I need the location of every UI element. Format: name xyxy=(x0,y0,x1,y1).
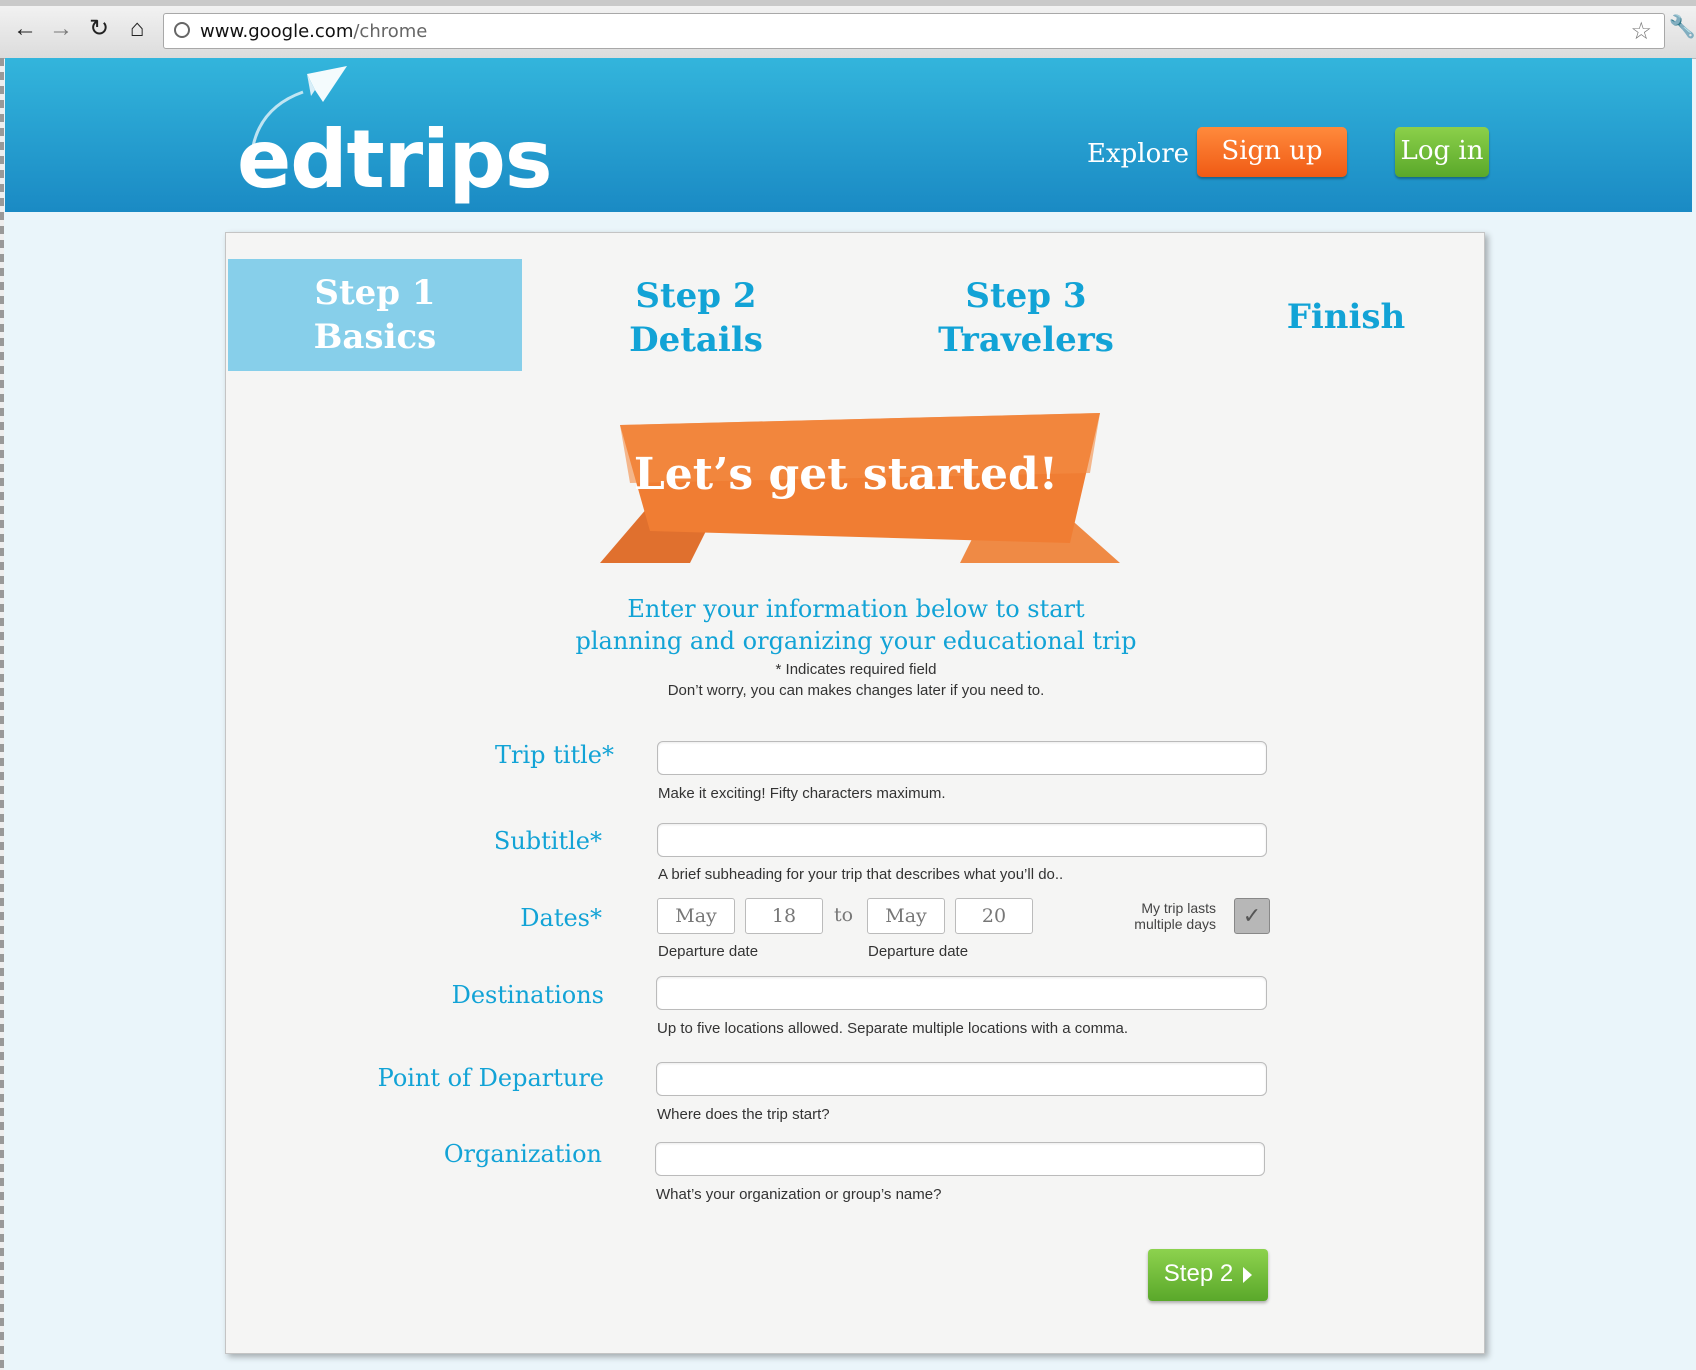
trip-title-label: Trip title* xyxy=(495,741,614,769)
checkmark-icon: ✓ xyxy=(1242,903,1262,928)
departure-input[interactable] xyxy=(656,1062,1267,1096)
explore-link[interactable]: Explore xyxy=(1087,139,1189,169)
departure-label: Point of Departure xyxy=(377,1064,604,1092)
subtitle-hint: A brief subheading for your trip that de… xyxy=(658,866,1064,883)
change-note: Don’t worry, you can makes changes later… xyxy=(667,682,1045,699)
destinations-input[interactable] xyxy=(656,976,1267,1010)
start-month-field[interactable]: May xyxy=(657,898,735,934)
organization-hint: What’s your organization or group’s name… xyxy=(656,1186,942,1203)
trip-title-input[interactable] xyxy=(657,741,1267,775)
step-2-button-label: Step 2 xyxy=(1163,1260,1234,1287)
browser-toolbar: ← → ↻ ⌂ www.google.com/chrome ☆ 🔧 xyxy=(0,0,1696,59)
start-date-hint: Departure date xyxy=(658,943,759,960)
intro-text: Enter your information below to start pl… xyxy=(526,593,1186,657)
edtrips-logo[interactable]: edtrips xyxy=(237,113,553,206)
start-day-field[interactable]: 18 xyxy=(745,898,823,934)
reload-icon[interactable]: ↻ xyxy=(86,14,112,44)
destinations-hint: Up to five locations allowed. Separate m… xyxy=(657,1020,1129,1037)
back-icon[interactable]: ← xyxy=(12,14,38,44)
site-header: edtrips Explore Sign up Log in xyxy=(5,58,1692,212)
trip-form-card: Step 1 Basics Step 2 Details Step 3 Trav… xyxy=(225,232,1485,1354)
sign-up-button[interactable]: Sign up xyxy=(1197,127,1347,177)
globe-icon xyxy=(174,22,190,38)
step-1-number: Step 1 xyxy=(314,273,436,313)
departure-hint: Where does the trip start? xyxy=(657,1106,830,1123)
end-day-field[interactable]: 20 xyxy=(955,898,1033,934)
date-to-label: to xyxy=(834,904,854,926)
finish-label: Finish xyxy=(1286,297,1406,337)
step-2-name: Details xyxy=(629,320,763,360)
destinations-label: Destinations xyxy=(451,981,604,1009)
dates-label: Dates* xyxy=(520,904,602,932)
url-path: /chrome xyxy=(353,21,428,42)
subtitle-label: Subtitle* xyxy=(493,827,602,855)
intro-line-2: planning and organizing your educational… xyxy=(575,627,1137,655)
subtitle-input[interactable] xyxy=(657,823,1267,857)
step-2-button[interactable]: Step 2 xyxy=(1148,1249,1268,1301)
multiple-days-label: My trip lasts multiple days xyxy=(1134,900,1216,932)
step-3-name: Travelers xyxy=(938,320,1114,360)
arrow-right-icon xyxy=(1243,1266,1253,1283)
url-host: www.google.com xyxy=(200,21,354,42)
multiple-days-checkbox[interactable]: ✓ xyxy=(1234,898,1270,934)
tab-strip xyxy=(0,0,1696,6)
intro-line-1: Enter your information below to start xyxy=(627,595,1085,623)
step-1-name: Basics xyxy=(313,317,437,357)
required-note: * Indicates required field xyxy=(775,661,937,678)
step-3-number: Step 3 xyxy=(965,276,1087,316)
log-in-button[interactable]: Log in xyxy=(1395,127,1489,177)
organization-input[interactable] xyxy=(655,1142,1265,1176)
trip-title-hint: Make it exciting! Fifty characters maxim… xyxy=(658,785,946,802)
page-edge xyxy=(0,58,4,1370)
home-icon[interactable]: ⌂ xyxy=(124,14,150,44)
wrench-icon[interactable]: 🔧 xyxy=(1669,14,1696,40)
end-date-hint: Departure date xyxy=(868,943,969,960)
tab-step-1-basics[interactable]: Step 1 Basics xyxy=(228,259,522,371)
organization-label: Organization xyxy=(443,1140,602,1168)
bookmark-star-icon[interactable]: ☆ xyxy=(1630,17,1652,46)
banner-heading: Let’s get started! xyxy=(633,449,1059,500)
end-month-field[interactable]: May xyxy=(867,898,945,934)
forward-icon[interactable]: → xyxy=(48,14,74,44)
address-bar[interactable]: www.google.com/chrome ☆ xyxy=(163,13,1665,49)
url-text: www.google.com/chrome xyxy=(200,21,427,42)
tab-step-3-travelers[interactable]: Step 3 Travelers xyxy=(866,259,1186,371)
tab-step-2-details[interactable]: Step 2 Details xyxy=(546,259,846,371)
tab-finish[interactable]: Finish xyxy=(1226,259,1466,371)
step-2-number: Step 2 xyxy=(635,276,757,316)
